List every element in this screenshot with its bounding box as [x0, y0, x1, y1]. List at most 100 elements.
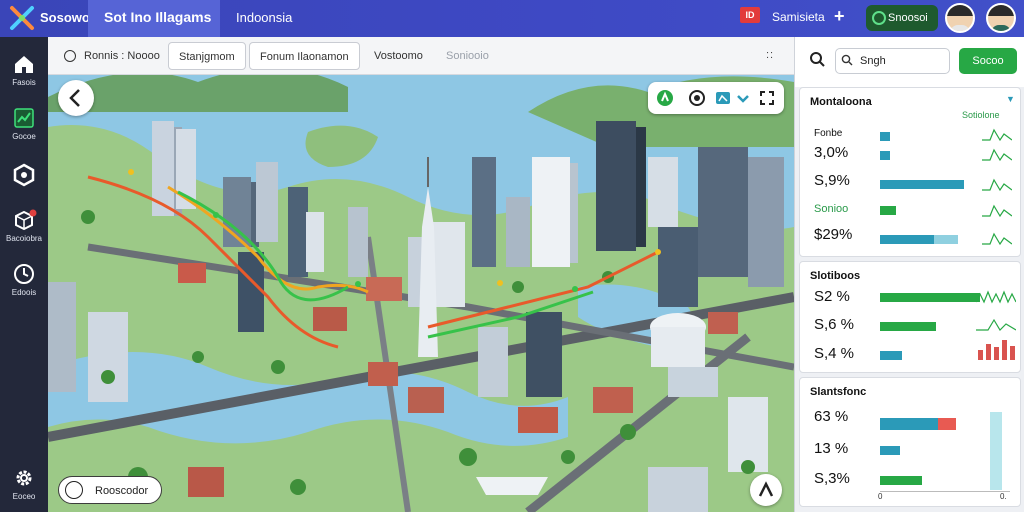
more-icon[interactable]: :: [766, 49, 774, 61]
sidebar-item-label: Eoceo [12, 492, 36, 501]
tab-label: Stanjgmom [179, 51, 235, 63]
axis-label: 0. [1000, 492, 1007, 501]
tab-label: Ronnis : Noooo [84, 50, 160, 62]
bar [880, 151, 890, 160]
metric-value: 63 % [814, 408, 849, 425]
home-icon [15, 56, 33, 73]
metric-value: S2 % [814, 288, 850, 305]
search-button[interactable]: Socoo [959, 48, 1017, 74]
camera-icon[interactable] [688, 89, 706, 107]
status-dot-icon [872, 11, 886, 25]
boat [476, 477, 548, 495]
page-title[interactable]: Sot Ino Illagams [88, 0, 220, 37]
sidebar-item-settings[interactable]: Eoceo [0, 461, 48, 511]
metric-value: S,4 % [814, 345, 855, 362]
search-field-icon [841, 54, 853, 66]
card-overview: Montaloona Sotiolone ▼ Fonbe 3,0% S,9% S… [799, 87, 1021, 257]
bar [880, 235, 934, 244]
metric-value: 3,0% [814, 144, 849, 161]
tab-fonum[interactable]: Fonum Ilaonamon [249, 42, 360, 70]
bar [880, 322, 936, 331]
tab-stanjgmom[interactable]: Stanjgmom [168, 42, 246, 70]
search-icon[interactable] [809, 51, 825, 67]
sidebar-item-home[interactable]: Fasois [0, 47, 48, 97]
tab-label: Fonum Ilaonamon [260, 51, 349, 63]
cube-icon [15, 209, 37, 231]
notification-flag-icon[interactable]: ID [740, 7, 760, 23]
card-title: Slotiboos [810, 270, 861, 282]
clock-icon [14, 264, 34, 284]
tab-label: Vostoomo [374, 50, 423, 62]
metric-value: S,6 % [814, 316, 855, 333]
compass-button[interactable] [750, 474, 782, 506]
compass-icon [758, 481, 774, 497]
top-search-link[interactable]: Samisieta [772, 10, 825, 24]
bar [934, 235, 958, 244]
route-toggle-icon[interactable] [656, 89, 674, 107]
metric-value: Sonioo [814, 203, 849, 215]
mini-charts [976, 290, 1016, 360]
metric-value: S,3% [814, 470, 850, 487]
metric-value: S,9% [814, 172, 850, 189]
chevron-down-icon[interactable]: ▼ [1006, 94, 1015, 104]
tab-soniooio[interactable]: Soniooio [436, 42, 499, 70]
stats-panel: Socoo Montaloona Sotiolone ▼ Fonbe 3,0% … [794, 37, 1024, 512]
map-toolbar [648, 82, 784, 114]
row-label: Fonbe [814, 128, 843, 139]
bar [880, 180, 964, 189]
card-statistics: Slotiboos S2 % S,6 % S,4 % [799, 261, 1021, 373]
chevron-down-icon[interactable] [734, 89, 752, 107]
panel-search-bar: Socoo [795, 37, 1024, 87]
add-icon[interactable]: + [834, 6, 845, 27]
sidebar-item-label: Gocoe [12, 132, 36, 141]
avatar[interactable] [945, 3, 975, 33]
bar [938, 418, 956, 430]
card-title: Slantsfonc [810, 386, 867, 398]
metric-value: 13 % [814, 440, 849, 457]
sidebar-item-history[interactable]: Edoois [0, 257, 48, 307]
bar [880, 446, 900, 455]
region-label[interactable]: Indoonsia [236, 10, 292, 25]
card-stations: Slantsfonc 63 % 13 % S,3% 0 0. [799, 377, 1021, 507]
bar [880, 351, 902, 360]
status-button[interactable]: Snoosoi [866, 5, 938, 31]
axis-line [880, 491, 1010, 492]
sparklines [982, 128, 1012, 246]
sidebar-item-label: Edoois [11, 288, 37, 297]
card-title: Montaloona [810, 96, 872, 108]
globe-icon [64, 50, 76, 62]
chart-icon [14, 108, 34, 128]
hexagon-icon [13, 163, 35, 187]
recorder-button[interactable]: Rooscodor [58, 476, 162, 504]
left-sidebar: Fasois Gocoe Bacoiobra Edoois Eoceo [0, 37, 48, 512]
sidebar-item-label: Bacoiobra [5, 234, 43, 243]
avatar-secondary[interactable] [986, 3, 1016, 33]
status-label: Snoosoi [888, 12, 928, 24]
layers-icon[interactable] [714, 89, 732, 107]
back-button[interactable] [58, 80, 94, 116]
bar [880, 476, 922, 485]
tab-vostoomo[interactable]: Vostoomo [364, 42, 433, 70]
app-logo-icon[interactable] [8, 4, 36, 32]
tab-label: Soniooio [446, 50, 489, 62]
tab-regions[interactable]: Ronnis : Noooo [56, 42, 170, 70]
axis-label: 0 [878, 492, 883, 501]
record-icon [65, 481, 83, 499]
app-name: Sosowo [40, 10, 90, 25]
fullscreen-icon[interactable] [758, 89, 776, 107]
map-tab-bar: Ronnis : Noooo Stanjgmom Fonum Ilaonamon… [48, 37, 794, 75]
metric-value: $29% [814, 226, 853, 243]
bar [880, 293, 980, 302]
vertical-bar [990, 412, 1002, 490]
sidebar-item-layers[interactable] [0, 157, 48, 207]
card-subtitle: Sotiolone [962, 110, 1000, 120]
bar [880, 418, 938, 430]
gear-icon [16, 470, 32, 486]
recorder-label: Rooscodor [95, 485, 149, 497]
bar [880, 132, 890, 141]
sidebar-item-chart[interactable]: Gocoe [0, 101, 48, 151]
sidebar-item-models[interactable]: Bacoiobra [0, 203, 48, 253]
bar [880, 206, 896, 215]
top-bar: Sosowo Sot Ino Illagams Indoonsia ID Sam… [0, 0, 1024, 37]
chevron-left-icon [69, 89, 80, 107]
